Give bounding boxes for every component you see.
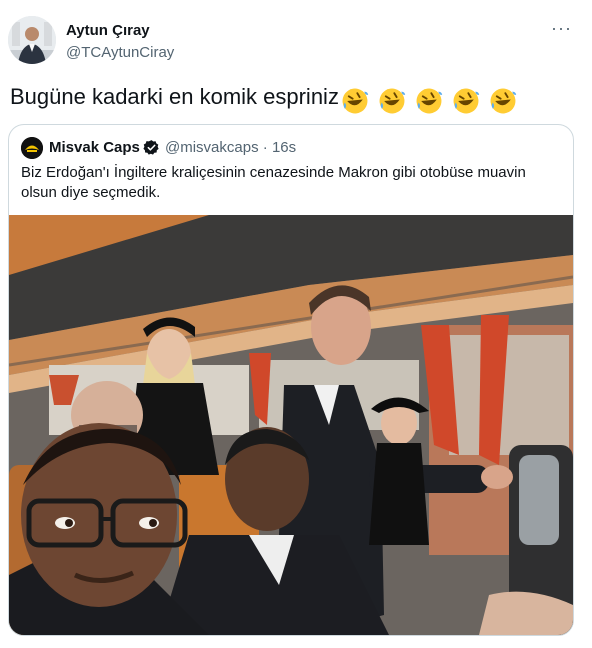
tweet[interactable]: Aytun Çıray @TCAytunCiray ··· Bugüne kad… <box>0 0 592 648</box>
emoji-row <box>341 87 521 115</box>
laughing-emoji-icon <box>453 88 480 114</box>
quoted-separator: · <box>262 139 268 156</box>
laughing-emoji-icon <box>491 88 517 114</box>
quoted-text: Biz Erdoğan'ı İngiltere kraliçesinin cen… <box>21 164 526 201</box>
quoted-author-avatar[interactable] <box>21 137 43 159</box>
verified-badge-icon <box>143 140 159 155</box>
quoted-author-name[interactable]: Misvak Caps <box>49 139 140 156</box>
author-handle[interactable]: @TCAytunCiray <box>66 44 174 61</box>
author-name[interactable]: Aytun Çıray <box>66 22 150 39</box>
more-options-icon[interactable]: ··· <box>551 19 572 37</box>
laughing-emoji-icon <box>416 88 443 114</box>
author-avatar[interactable] <box>8 16 56 64</box>
quoted-tweet[interactable]: Misvak Caps @misvakcaps · 16s Biz Erdoğa… <box>8 124 574 636</box>
laughing-emoji-icon <box>379 88 406 114</box>
tweet-text: Bugüne kadarki en komik espriniz <box>10 84 520 115</box>
quoted-meta: @misvakcaps · 16s <box>165 139 296 156</box>
laughing-emoji-icon <box>342 88 369 114</box>
quoted-handle[interactable]: @misvakcaps <box>165 139 259 156</box>
tweet-text-body: Bugüne kadarki en komik espriniz <box>10 84 339 109</box>
quoted-photo[interactable] <box>9 215 573 635</box>
quoted-time[interactable]: 16s <box>272 139 296 156</box>
